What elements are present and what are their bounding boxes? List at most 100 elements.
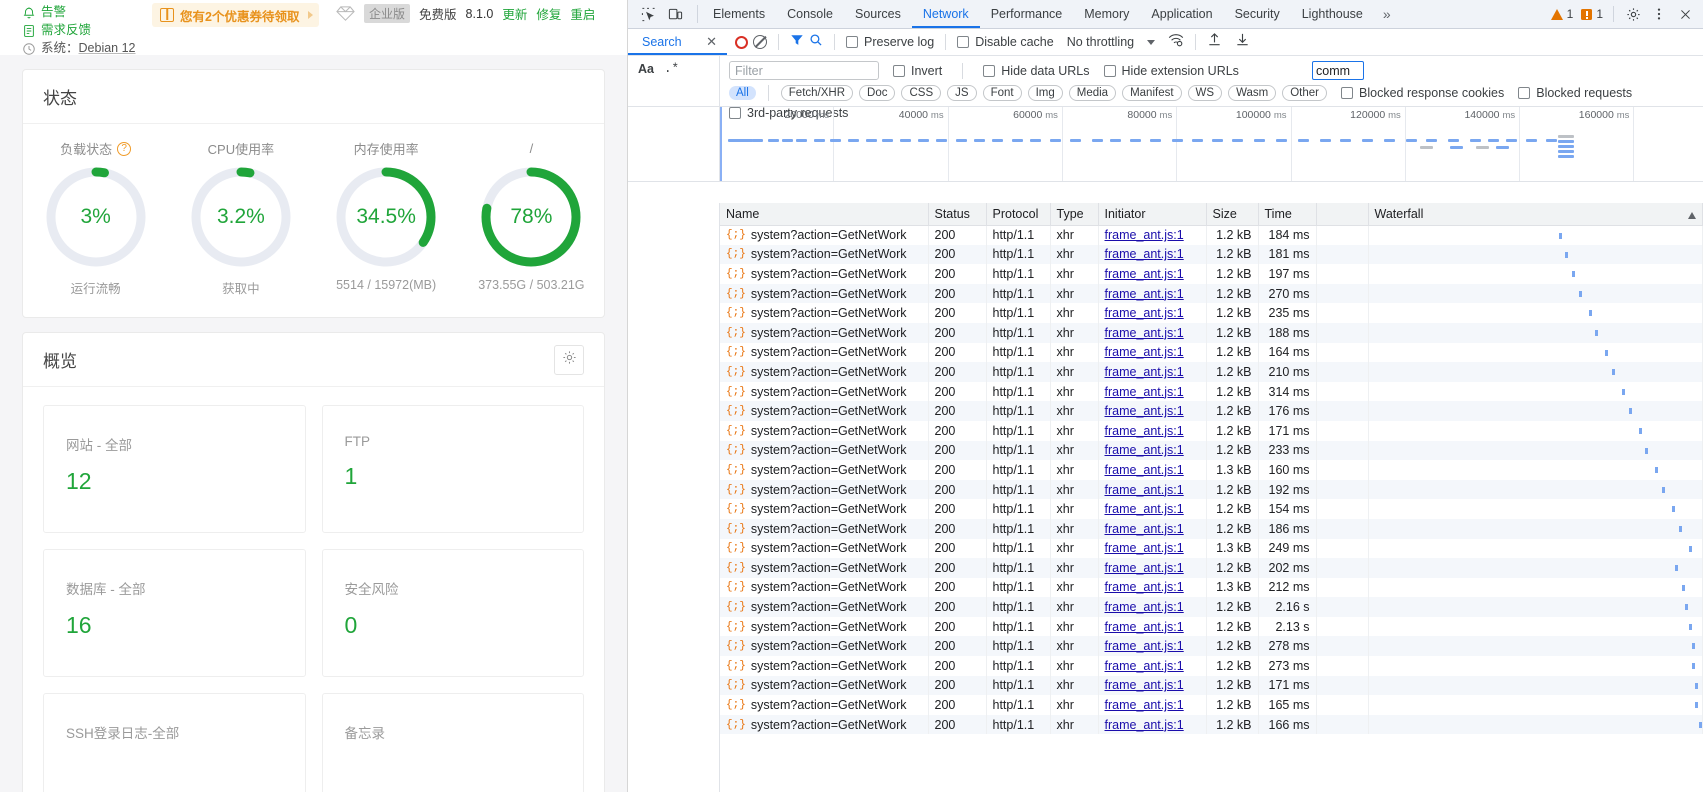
cell-name[interactable]: {;} system?action=GetNetWork	[720, 538, 929, 559]
initiator-link[interactable]: frame_ant.js:1	[1105, 287, 1184, 301]
table-row[interactable]: {;} system?action=GetNetWork 200 http/1.1 xh…	[720, 264, 1703, 284]
cell-initiator[interactable]: frame_ant.js:1	[1098, 342, 1207, 363]
preserve-log-checkbox[interactable]: Preserve log	[846, 35, 934, 49]
coupon-banner[interactable]: 您有2个优惠券待领取	[152, 3, 320, 27]
cell-initiator[interactable]: frame_ant.js:1	[1098, 714, 1207, 735]
table-row[interactable]: {;} system?action=GetNetWork 200 http/1.1 xh…	[720, 342, 1703, 363]
initiator-link[interactable]: frame_ant.js:1	[1105, 424, 1184, 438]
table-row[interactable]: {;} system?action=GetNetWork 200 http/1.1 xh…	[720, 460, 1703, 480]
initiator-link[interactable]: frame_ant.js:1	[1105, 639, 1184, 653]
col-status[interactable]: Status	[928, 203, 987, 226]
overview-item-ftp[interactable]: FTP 1	[321, 405, 584, 533]
initiator-link[interactable]: frame_ant.js:1	[1105, 404, 1184, 418]
close-icon[interactable]: ✕	[706, 34, 717, 50]
table-row[interactable]: {;} system?action=GetNetWork 200 http/1.1 xh…	[720, 322, 1703, 343]
cell-initiator[interactable]: frame_ant.js:1	[1098, 460, 1207, 480]
cell-initiator[interactable]: frame_ant.js:1	[1098, 303, 1207, 323]
initiator-link[interactable]: frame_ant.js:1	[1105, 267, 1184, 281]
tab-security[interactable]: Security	[1224, 0, 1291, 28]
col-time[interactable]: Time	[1258, 203, 1317, 226]
invert-checkbox[interactable]: Invert	[893, 64, 942, 78]
initiator-link[interactable]: frame_ant.js:1	[1105, 522, 1184, 536]
match-case-toggle[interactable]: Aa	[638, 62, 654, 76]
type-pill-img[interactable]: Img	[1027, 85, 1063, 101]
blocked-response-cookies-checkbox[interactable]: Blocked response cookies	[1341, 86, 1504, 100]
table-row[interactable]: {;} system?action=GetNetWork 200 http/1.1 xh…	[720, 225, 1703, 245]
initiator-link[interactable]: frame_ant.js:1	[1105, 659, 1184, 673]
type-pill-manifest[interactable]: Manifest	[1122, 85, 1182, 101]
table-row[interactable]: {;} system?action=GetNetWork 200 http/1.1 xh…	[720, 675, 1703, 696]
type-pill-ws[interactable]: WS	[1187, 85, 1223, 101]
throttling-select[interactable]: No throttling	[1067, 35, 1134, 49]
cell-initiator[interactable]: frame_ant.js:1	[1098, 695, 1207, 715]
table-row[interactable]: {;} system?action=GetNetWork 200 http/1.1 xh…	[720, 401, 1703, 421]
type-pill-js[interactable]: JS	[947, 85, 977, 101]
cell-initiator[interactable]: frame_ant.js:1	[1098, 577, 1207, 598]
alert-link-row[interactable]: 告警	[22, 4, 136, 21]
error-count-badge[interactable]: 1	[1578, 7, 1606, 21]
tab-sources[interactable]: Sources	[844, 0, 912, 28]
table-row[interactable]: {;} system?action=GetNetWork 200 http/1.1 xh…	[720, 636, 1703, 657]
record-icon[interactable]	[735, 35, 748, 49]
waterfall-sort-icon[interactable]	[1687, 208, 1699, 220]
cell-name[interactable]: {;} system?action=GetNetWork	[720, 518, 929, 539]
type-pill-fetch-xhr[interactable]: Fetch/XHR	[780, 85, 854, 101]
initiator-link[interactable]: frame_ant.js:1	[1105, 228, 1184, 242]
cell-name[interactable]: {;} system?action=GetNetWork	[720, 636, 929, 657]
cell-name[interactable]: {;} system?action=GetNetWork	[720, 577, 929, 598]
table-row[interactable]: {;} system?action=GetNetWork 200 http/1.1 xh…	[720, 616, 1703, 637]
col-protocol[interactable]: Protocol	[986, 203, 1051, 226]
initiator-link[interactable]: frame_ant.js:1	[1105, 620, 1184, 634]
initiator-link[interactable]: frame_ant.js:1	[1105, 463, 1184, 477]
alert-link-label[interactable]: 告警	[41, 4, 66, 21]
cell-name[interactable]: {;} system?action=GetNetWork	[720, 675, 929, 696]
chevron-down-icon[interactable]	[1147, 39, 1156, 45]
tab-elements[interactable]: Elements	[702, 0, 776, 28]
tab-performance[interactable]: Performance	[980, 0, 1074, 28]
cell-initiator[interactable]: frame_ant.js:1	[1098, 322, 1207, 343]
tab-application[interactable]: Application	[1140, 0, 1223, 28]
overview-item-security[interactable]: 安全风险 0	[321, 549, 584, 677]
cell-initiator[interactable]: frame_ant.js:1	[1098, 244, 1207, 265]
restart-button[interactable]: 重启	[570, 4, 595, 23]
col-waterfall[interactable]: Waterfall	[1368, 203, 1703, 226]
table-row[interactable]: {;} system?action=GetNetWork 200 http/1.1 xh…	[720, 597, 1703, 617]
table-row[interactable]: {;} system?action=GetNetWork 200 http/1.1 xh…	[720, 283, 1703, 304]
cell-name[interactable]: {;} system?action=GetNetWork	[720, 440, 929, 461]
initiator-link[interactable]: frame_ant.js:1	[1105, 698, 1184, 712]
initiator-link[interactable]: frame_ant.js:1	[1105, 541, 1184, 555]
filter-icon[interactable]	[790, 33, 804, 52]
cell-initiator[interactable]: frame_ant.js:1	[1098, 499, 1207, 519]
table-row[interactable]: {;} system?action=GetNetWork 200 http/1.1 xh…	[720, 518, 1703, 539]
cell-initiator[interactable]: frame_ant.js:1	[1098, 558, 1207, 578]
initiator-link[interactable]: frame_ant.js:1	[1105, 306, 1184, 320]
hide-extension-urls-checkbox[interactable]: Hide extension URLs	[1103, 64, 1239, 78]
gear-icon[interactable]	[1621, 3, 1645, 25]
filter-input[interactable]	[729, 61, 879, 80]
initiator-link[interactable]: frame_ant.js:1	[1105, 502, 1184, 516]
cell-name[interactable]: {;} system?action=GetNetWork	[720, 244, 929, 265]
cell-initiator[interactable]: frame_ant.js:1	[1098, 362, 1207, 382]
inspect-icon[interactable]	[636, 3, 660, 25]
table-row[interactable]: {;} system?action=GetNetWork 200 http/1.1 xh…	[720, 362, 1703, 382]
col-blank[interactable]	[1316, 203, 1369, 226]
import-har-icon[interactable]	[1207, 32, 1222, 52]
initiator-link[interactable]: frame_ant.js:1	[1105, 443, 1184, 457]
type-pill-all[interactable]: All	[729, 86, 756, 100]
chevron-right-double-icon[interactable]: »	[1374, 0, 1400, 28]
col-name[interactable]: Name	[720, 203, 929, 226]
cell-initiator[interactable]: frame_ant.js:1	[1098, 538, 1207, 559]
cell-name[interactable]: {;} system?action=GetNetWork	[720, 616, 929, 637]
cell-name[interactable]: {;} system?action=GetNetWork	[720, 420, 929, 441]
overview-item-sites[interactable]: 网站 - 全部 12	[43, 405, 306, 533]
cell-name[interactable]: {;} system?action=GetNetWork	[720, 479, 929, 500]
type-pill-wasm[interactable]: Wasm	[1228, 85, 1277, 101]
cell-name[interactable]: {;} system?action=GetNetWork	[720, 381, 929, 402]
cell-initiator[interactable]: frame_ant.js:1	[1098, 597, 1207, 617]
cell-initiator[interactable]: frame_ant.js:1	[1098, 656, 1207, 676]
cell-initiator[interactable]: frame_ant.js:1	[1098, 479, 1207, 500]
initiator-link[interactable]: frame_ant.js:1	[1105, 718, 1184, 732]
repair-button[interactable]: 修复	[536, 4, 561, 23]
overview-item-memo[interactable]: 备忘录	[321, 693, 584, 792]
close-icon[interactable]	[1673, 3, 1697, 25]
